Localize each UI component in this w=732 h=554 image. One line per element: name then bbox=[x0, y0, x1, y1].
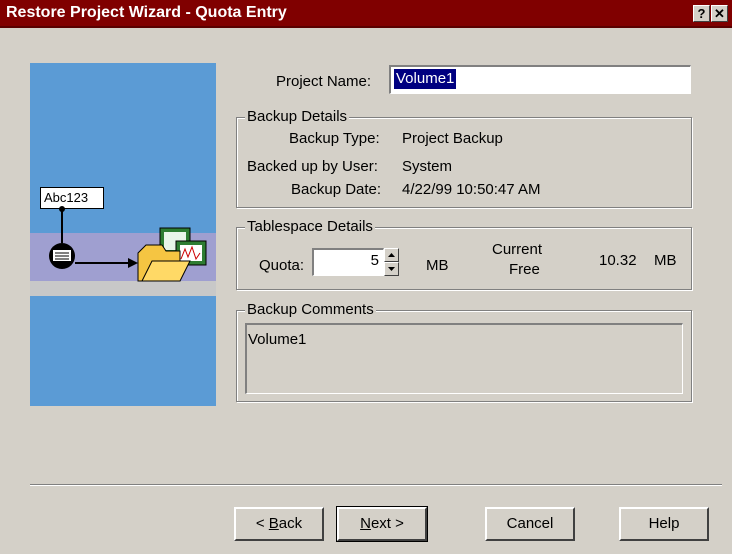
close-icon[interactable]: ✕ bbox=[711, 5, 728, 22]
backup-comments-value: Volume1 bbox=[248, 331, 307, 348]
spin-up-icon[interactable] bbox=[384, 248, 399, 262]
backup-date-label: Backup Date: bbox=[291, 181, 382, 198]
quota-spinner[interactable] bbox=[384, 248, 399, 276]
help-icon[interactable]: ? bbox=[693, 5, 710, 22]
backup-details-title: Backup Details bbox=[245, 108, 350, 125]
tablespace-details-title: Tablespace Details bbox=[245, 218, 375, 235]
back-button[interactable]: < Back bbox=[234, 507, 324, 541]
back-rest: ack bbox=[278, 515, 303, 532]
button-separator bbox=[30, 484, 722, 486]
quota-value: 5 bbox=[370, 252, 379, 269]
cancel-button[interactable]: Cancel bbox=[485, 507, 575, 541]
title-bar[interactable]: Restore Project Wizard - Quota Entry ? ✕ bbox=[0, 0, 732, 28]
project-name-input[interactable]: Volume1 bbox=[389, 65, 691, 94]
keyboard-to-folder-icon bbox=[49, 206, 207, 282]
current-free-label-line1: Current bbox=[492, 241, 543, 258]
help-button[interactable]: Help bbox=[619, 507, 709, 541]
wizard-illustration: Abc123 bbox=[30, 63, 216, 406]
current-free-unit: MB bbox=[654, 252, 677, 269]
backup-comments-textarea[interactable]: Volume1 bbox=[245, 323, 683, 394]
current-free-label-line2: Free bbox=[509, 261, 540, 278]
quota-input[interactable]: 5 bbox=[312, 248, 384, 276]
spin-down-icon[interactable] bbox=[384, 262, 399, 276]
backup-date-value: 4/22/99 10:50:47 AM bbox=[402, 181, 541, 198]
backup-type-value: Project Backup bbox=[402, 130, 503, 147]
next-mnemonic: N bbox=[360, 515, 371, 532]
backup-type-label: Backup Type: bbox=[289, 130, 380, 147]
project-name-value: Volume1 bbox=[394, 69, 457, 89]
backup-comments-title: Backup Comments bbox=[245, 301, 376, 318]
backed-up-by-value: System bbox=[402, 158, 453, 175]
current-free-value: 10.32 bbox=[599, 252, 637, 269]
project-name-label: Project Name: bbox=[276, 73, 372, 90]
back-mnemonic: B bbox=[268, 515, 279, 532]
quota-unit: MB bbox=[426, 257, 449, 274]
back-prefix: < bbox=[255, 515, 269, 532]
next-rest: ext > bbox=[370, 515, 404, 532]
backed-up-by-label: Backed up by User: bbox=[247, 158, 378, 175]
quota-label: Quota: bbox=[259, 257, 305, 274]
window-title: Restore Project Wizard - Quota Entry bbox=[6, 4, 287, 21]
next-button[interactable]: Next > bbox=[336, 506, 428, 542]
